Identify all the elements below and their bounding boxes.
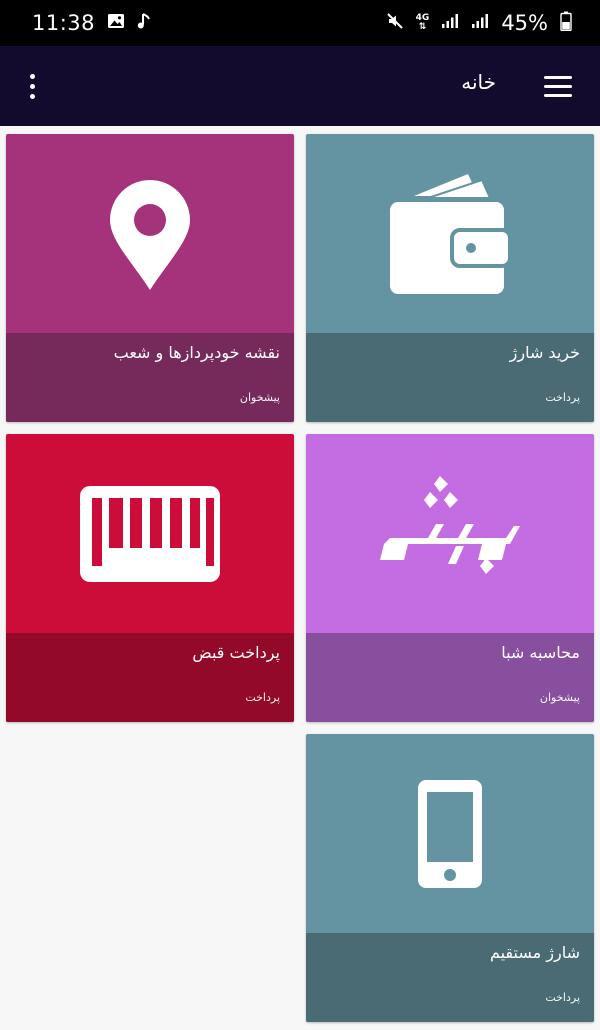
- hamburger-menu-button[interactable]: [538, 66, 578, 106]
- tile-title: پرداخت قبض: [192, 643, 280, 662]
- battery-icon: [560, 11, 572, 35]
- tile-bill-payment[interactable]: پرداخت قبض پرداخت: [6, 434, 294, 722]
- tile-title: نقشه خودپردازها و شعب: [113, 343, 280, 362]
- page-title: خانه: [461, 70, 496, 94]
- mobile-phone-icon: [418, 780, 482, 888]
- network-type: 4G ⇅: [415, 13, 430, 32]
- tile-title: خرید شارژ: [509, 343, 580, 362]
- tile-subtitle: پیشخوان: [539, 691, 580, 704]
- tile-subtitle: پرداخت: [245, 691, 280, 704]
- tile-subtitle: پرداخت: [545, 991, 580, 1004]
- location-pin-icon: [110, 180, 190, 290]
- more-options-button[interactable]: [18, 68, 46, 104]
- barcode-icon: [80, 486, 220, 582]
- tile-title: شارژ مستقیم: [489, 943, 580, 962]
- image-icon: [107, 13, 125, 33]
- status-bar-left: 11:38: [32, 11, 151, 35]
- status-bar-right: 4G ⇅ 45%: [386, 11, 572, 35]
- wallet-icon: [390, 174, 512, 294]
- tile-subtitle: پرداخت: [545, 391, 580, 404]
- tile-atm-branch-map[interactable]: نقشه خودپردازها و شعب پیشخوان: [6, 134, 294, 422]
- tile-title: محاسبه شبا: [501, 643, 580, 662]
- app-bar: خانه: [0, 46, 600, 126]
- battery-percent: 45%: [501, 11, 548, 35]
- status-time: 11:38: [32, 11, 96, 35]
- tile-buy-charge[interactable]: خرید شارژ پرداخت: [306, 134, 594, 422]
- hamburger-menu-icon: [544, 75, 572, 79]
- tile-subtitle: پیشخوان: [239, 391, 280, 404]
- music-note-icon: [137, 12, 151, 34]
- sheba-logo-icon: [380, 476, 520, 574]
- signal-icon: [471, 13, 489, 33]
- tile-direct-charge[interactable]: شارژ مستقیم پرداخت: [306, 734, 594, 1022]
- status-bar: 11:38 4G ⇅ 45%: [0, 0, 600, 46]
- signal-icon: [441, 13, 459, 33]
- tile-sheba-calculation[interactable]: محاسبه شبا پیشخوان: [306, 434, 594, 722]
- mute-icon: [386, 12, 404, 34]
- more-vert-icon: [29, 73, 35, 79]
